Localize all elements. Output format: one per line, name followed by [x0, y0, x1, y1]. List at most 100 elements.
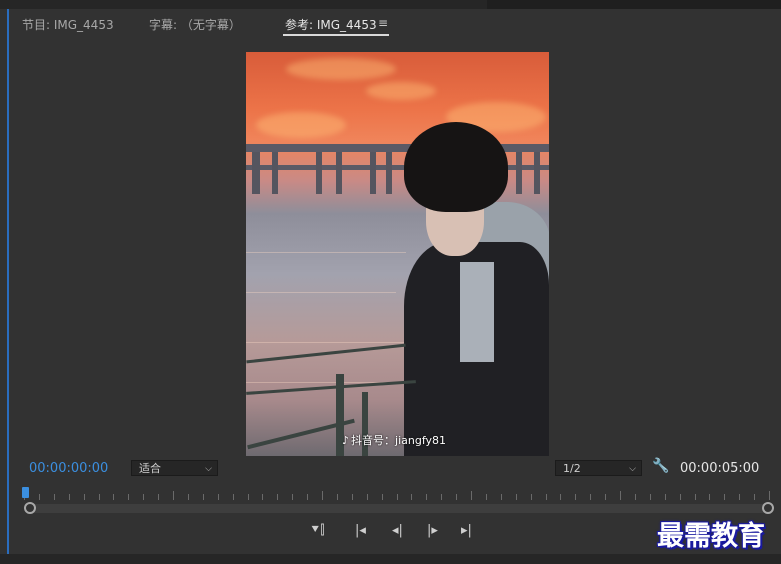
ruler-tick: [187, 494, 189, 500]
ruler-tick: [515, 494, 517, 500]
ruler-tick: [664, 494, 666, 500]
ruler-tick: [560, 494, 562, 500]
scrollbar-handle-left[interactable]: [24, 502, 36, 514]
tab-reference[interactable]: 参考: IMG_4453: [285, 16, 377, 33]
bridge-pillar: [252, 152, 260, 194]
go-to-out-button[interactable]: ▸|: [461, 523, 472, 538]
water-shimmer: [246, 252, 406, 253]
bottom-panel-strip: [0, 554, 781, 564]
step-to-out-icon: ▸|: [461, 523, 472, 538]
active-tab-underline: [283, 34, 389, 36]
ruler-tick: [694, 494, 696, 500]
resolution-select-value: 1/2: [563, 462, 581, 475]
ruler-tick: [381, 494, 383, 500]
go-to-in-button[interactable]: |◂: [355, 523, 366, 538]
ruler-tick: [709, 494, 711, 500]
ruler-tick: [575, 494, 577, 500]
ruler-tick: [322, 491, 323, 500]
wrench-icon[interactable]: 🔧: [652, 458, 669, 474]
ruler-tick: [292, 494, 294, 500]
tab-program[interactable]: 节目: IMG_4453: [22, 16, 114, 33]
mark-in-out-button[interactable]: ⯆⫿: [310, 523, 325, 538]
step-to-in-icon: |◂: [355, 523, 366, 538]
zoom-scrollbar[interactable]: [28, 504, 768, 513]
ruler-tick: [68, 494, 70, 500]
ruler-tick: [769, 491, 770, 500]
bridge-pillar: [316, 152, 322, 194]
ruler-tick: [307, 494, 309, 500]
ruler-tick: [351, 494, 353, 500]
ruler-tick: [679, 494, 681, 500]
ruler-tick: [471, 491, 472, 500]
ruler-tick: [530, 494, 532, 500]
ruler-tick: [83, 494, 85, 500]
watermark-text: 抖音号：jiangfy81: [351, 434, 447, 447]
step-back-icon: ◂|: [392, 523, 403, 538]
water-shimmer: [246, 292, 396, 293]
ruler-tick: [620, 491, 621, 500]
top-strip-segment: [487, 0, 781, 9]
duration-timecode: 00:00:05:00: [680, 461, 760, 476]
person-hair: [404, 122, 508, 212]
bridge-pillar: [336, 152, 342, 194]
water-shimmer: [246, 342, 406, 343]
video-preview[interactable]: ♪ 抖音号：jiangfy81: [246, 52, 549, 456]
ruler-tick: [128, 494, 130, 500]
marker-icon: ⯆⫿: [310, 523, 325, 538]
ruler-tick: [277, 494, 279, 500]
ruler-tick: [247, 494, 249, 500]
video-watermark: ♪ 抖音号：jiangfy81: [342, 432, 446, 448]
top-panel-strip: [0, 0, 781, 9]
ruler-tick: [485, 494, 487, 500]
step-forward-button[interactable]: |▸: [427, 523, 438, 538]
ruler-tick: [53, 494, 55, 500]
ruler-tick: [456, 494, 458, 500]
ruler-tick: [411, 494, 413, 500]
ruler-tick: [158, 494, 160, 500]
resolution-select[interactable]: 1/2 ⌵: [555, 460, 642, 476]
scrollbar-handle-right[interactable]: [762, 502, 774, 514]
ruler-tick: [500, 494, 502, 500]
ruler-tick: [173, 491, 174, 500]
ruler-tick: [262, 494, 264, 500]
ruler-tick: [396, 494, 398, 500]
boat-rail: [246, 343, 406, 364]
bridge-pillar: [370, 152, 376, 194]
zoom-select[interactable]: 适合 ⌵: [131, 460, 218, 476]
ruler-tick: [217, 494, 219, 500]
chevron-down-icon: ⌵: [205, 464, 212, 474]
bridge-pillar: [386, 152, 392, 194]
zoom-select-value: 适合: [139, 462, 161, 475]
ruler-tick: [724, 494, 726, 500]
playhead[interactable]: [22, 487, 29, 498]
ruler-tick: [98, 494, 100, 500]
ruler-tick: [649, 494, 651, 500]
tab-captions[interactable]: 字幕: （无字幕）: [149, 16, 241, 33]
ruler-tick: [38, 494, 40, 500]
ruler-tick: [143, 494, 145, 500]
current-timecode[interactable]: 00:00:00:00: [29, 461, 108, 476]
tiktok-icon: ♪: [342, 434, 350, 447]
time-ruler[interactable]: [24, 488, 770, 502]
step-back-button[interactable]: ◂|: [392, 523, 403, 538]
bridge-pillar: [516, 152, 522, 194]
ruler-tick: [202, 494, 204, 500]
ruler-tick: [545, 494, 547, 500]
ruler-tick: [426, 494, 428, 500]
cloud: [286, 58, 396, 80]
cloud: [256, 112, 346, 138]
ruler-tick: [113, 494, 115, 500]
ruler-tick: [634, 494, 636, 500]
chevron-down-icon: ⌵: [629, 464, 636, 474]
step-forward-icon: |▸: [427, 523, 438, 538]
ruler-tick: [739, 494, 741, 500]
ruler-tick: [336, 494, 338, 500]
cloud: [366, 82, 436, 100]
bridge-pillar: [534, 152, 540, 194]
ruler-tick: [605, 494, 607, 500]
bridge-pillar: [272, 152, 278, 194]
ruler-tick: [366, 494, 368, 500]
person-shirt: [460, 262, 494, 362]
ruler-tick: [441, 494, 443, 500]
hamburger-icon[interactable]: ≡: [378, 16, 388, 30]
